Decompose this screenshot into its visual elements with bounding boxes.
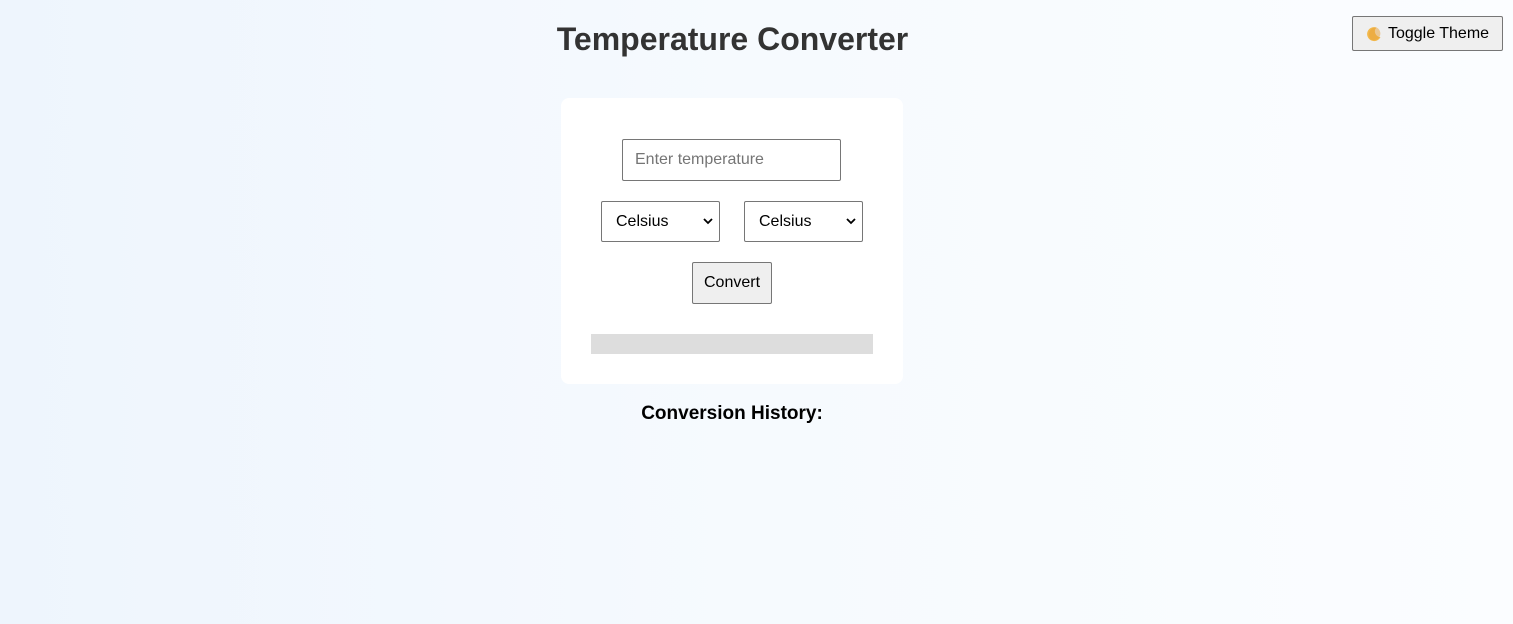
result-display [591,334,873,354]
from-unit-value: Celsius [616,212,669,230]
toggle-theme-label: Toggle Theme [1387,24,1490,42]
to-unit-value: Celsius [759,212,812,230]
chevron-down-icon [703,218,713,225]
chevron-down-icon [846,218,856,225]
conversion-history-title: Conversion History: [641,403,823,424]
page-title: Temperature Converter [556,21,909,57]
from-unit-select[interactable]: Celsius [601,201,720,242]
moon-icon [1367,26,1381,41]
temperature-input[interactable] [622,139,841,181]
to-unit-select[interactable]: Celsius [744,201,863,242]
toggle-theme-button[interactable]: Toggle Theme [1352,16,1503,51]
convert-button[interactable]: Convert [692,262,772,304]
converter-card: Celsius Celsius Convert [561,98,903,384]
